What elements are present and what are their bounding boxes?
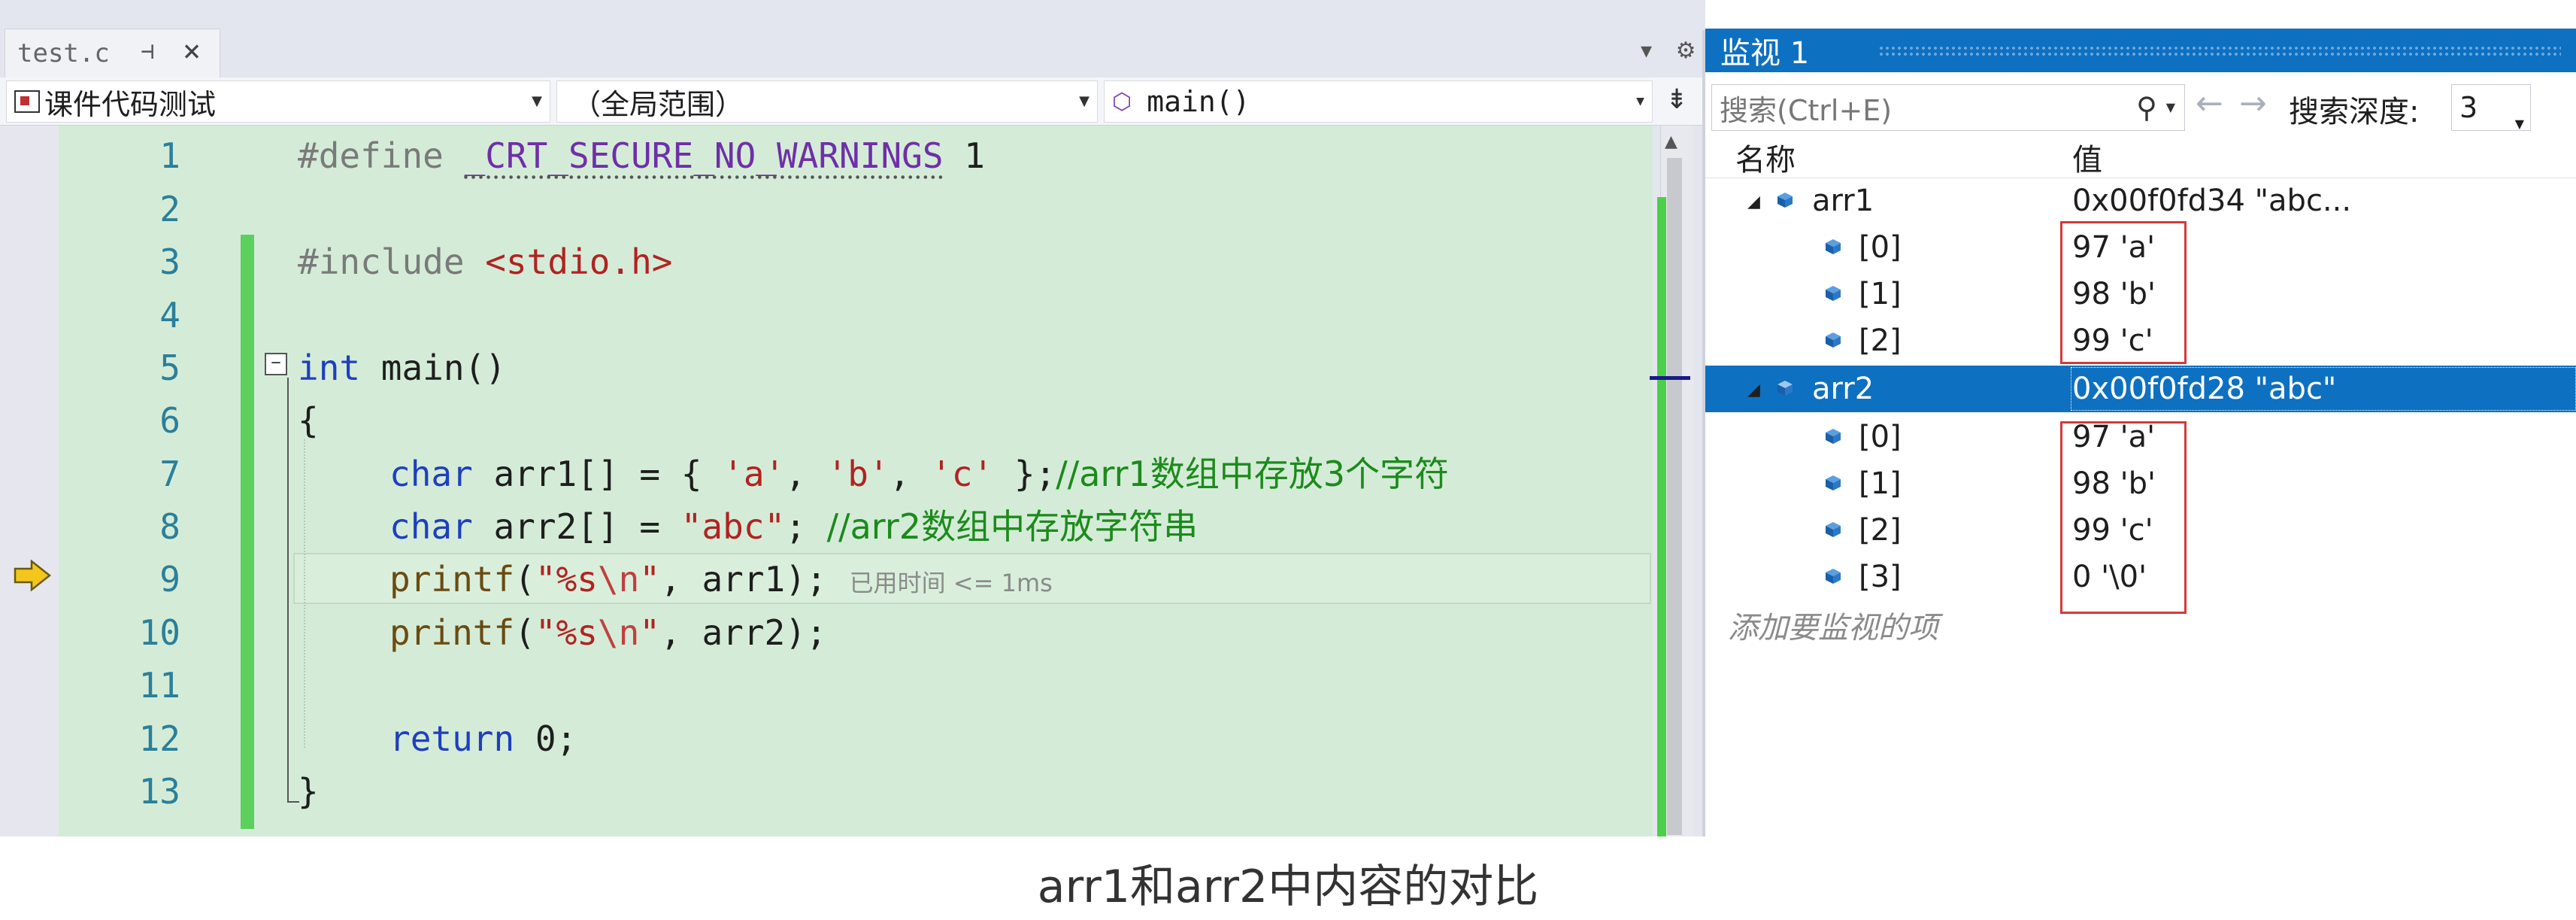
watch-row-value: 0x00f0fd34 "abc... (2072, 184, 2352, 218)
arr2-elements-highlight (2060, 421, 2187, 614)
scope-dropdown-value: （全局范围） (572, 87, 744, 121)
line-number: 10 (138, 612, 180, 653)
variable-icon (1826, 569, 1841, 584)
project-dropdown[interactable]: 课件代码测试 ▼ (6, 80, 550, 123)
search-next-icon[interactable]: → (2239, 84, 2267, 123)
indent-guide (304, 439, 305, 748)
chevron-down-icon[interactable]: ▼ (2166, 100, 2175, 114)
variable-icon (1826, 286, 1841, 301)
line-number: 8 (159, 506, 180, 547)
column-header-name[interactable]: 名称 (1735, 135, 1796, 179)
watch-title-bar: 监视 1 (1705, 29, 2576, 72)
scrollbar-caret-marker (1650, 376, 1690, 380)
chevron-down-icon: ▼ (532, 93, 542, 109)
project-dropdown-value: 课件代码测试 (44, 87, 217, 121)
watch-row-name: arr2 (1812, 372, 1874, 406)
split-editor-button[interactable]: ⇟ (1659, 84, 1695, 120)
elapsed-time-hint: 已用时间 <= 1ms (849, 569, 1053, 597)
watch-row-name: [0] (1859, 230, 1902, 265)
line-number: 4 (159, 295, 180, 336)
variable-icon (1777, 381, 1793, 396)
project-icon (14, 90, 40, 113)
line-number: 5 (159, 348, 180, 388)
code-line-1: #define _CRT_SECURE_NO_WARNINGS 1 (298, 135, 985, 176)
code-line-6: { (298, 400, 319, 441)
code-line-10: printf("%s\n", arr2); (389, 612, 827, 653)
watch-row[interactable]: ◢ arr1 0x00f0fd34 "abc... (1705, 178, 2576, 224)
line-number: 3 (159, 241, 180, 282)
watch-row-selected[interactable]: ◢ arr2 0x00f0fd28 "abc" (1705, 366, 2576, 412)
variable-icon (1826, 475, 1841, 490)
function-dropdown[interactable]: ⬡ main() ▼ (1104, 80, 1653, 123)
variable-icon (1777, 193, 1793, 208)
watch-row-name: [2] (1859, 323, 1902, 358)
editor-tab[interactable]: test.c ⊣ × (5, 29, 220, 77)
line-number: 7 (159, 454, 180, 494)
fold-guide (287, 378, 289, 803)
search-depth-label: 搜索深度: (2289, 95, 2420, 129)
column-header-value[interactable]: 值 (2072, 135, 2102, 179)
code-line-12: return 0; (389, 718, 577, 759)
search-depth-select[interactable]: 3 ▼ (2451, 84, 2531, 131)
watch-row-name: arr1 (1812, 184, 1874, 218)
gear-icon[interactable]: ⚙ (1676, 38, 1696, 64)
scrollbar-change-marker (1657, 197, 1666, 837)
editor-tab-tools: ▾ ⚙ (1624, 38, 1696, 64)
pin-icon[interactable]: ⊣ (141, 38, 154, 65)
code-line-13: } (298, 771, 319, 812)
scope-dropdown[interactable]: （全局范围） ▼ (556, 80, 1098, 123)
watermark: 豆包AI生成 (2224, 803, 2481, 858)
variable-icon (1826, 332, 1841, 348)
chevron-down-icon: ▼ (1079, 93, 1089, 109)
line-number: 6 (159, 400, 180, 441)
watch-search-input[interactable]: 搜索(Ctrl+E) ⚲ ▼ (1711, 84, 2185, 131)
code-line-5: int main() (298, 348, 506, 388)
code-line-8: char arr2[] = "abc"; //arr2数组中存放字符串 (389, 506, 1199, 547)
chevron-down-icon: ▼ (2514, 117, 2524, 131)
scrollbar-thumb[interactable] (1667, 158, 1682, 835)
variable-icon (1826, 239, 1841, 254)
search-previous-icon[interactable]: ← (2196, 84, 2223, 123)
tab-list-icon[interactable]: ▾ (1641, 38, 1652, 64)
watch-row-name: [2] (1859, 513, 1902, 548)
line-number: 12 (138, 718, 180, 759)
collapse-toggle-icon[interactable]: − (265, 353, 287, 375)
close-icon[interactable]: × (183, 34, 201, 68)
code-line-3: #include <stdio.h> (298, 241, 673, 282)
function-dropdown-value: main() (1147, 85, 1250, 118)
search-placeholder: 搜索(Ctrl+E) (1720, 93, 1893, 127)
change-tracking-bar (241, 235, 254, 829)
code-line-7: char arr1[] = { 'a', 'b', 'c' };//arr1数组… (389, 454, 1450, 494)
search-icon[interactable]: ⚲ (2136, 91, 2157, 124)
expanded-triangle-icon[interactable]: ◢ (1747, 381, 1760, 399)
watch-row-name: [3] (1859, 560, 1902, 594)
arr1-elements-highlight (2060, 221, 2187, 364)
scroll-up-arrow-icon[interactable]: ▲ (1665, 132, 1677, 151)
chevron-down-icon: ▼ (1636, 93, 1644, 109)
function-icon: ⬡ (1112, 88, 1132, 115)
line-number: 11 (138, 665, 180, 706)
variable-icon (1826, 522, 1841, 537)
watch-row-name: [1] (1859, 466, 1902, 501)
variable-icon (1826, 429, 1841, 444)
expanded-triangle-icon[interactable]: ◢ (1747, 193, 1760, 211)
execution-pointer-icon (14, 560, 51, 591)
line-number: 2 (159, 189, 180, 229)
editor-gutter (0, 126, 59, 837)
code-line-9: printf("%s\n", arr1); 已用时间 <= 1ms (389, 559, 1053, 600)
watch-title: 监视 1 (1720, 36, 1810, 71)
figure-caption: arr1和arr2中内容的对比 (1037, 861, 1539, 913)
search-depth-value: 3 (2459, 91, 2478, 124)
watch-row-name: [1] (1859, 277, 1902, 311)
watch-row-value: 0x00f0fd28 "abc" (2072, 372, 2337, 406)
watch-row-name: [0] (1859, 420, 1902, 454)
tab-title: test.c (17, 38, 110, 68)
line-number: 13 (138, 771, 180, 812)
line-number: 1 (159, 135, 180, 176)
line-number: 9 (159, 559, 180, 600)
add-watch-item[interactable]: 添加要监视的项 (1728, 603, 1938, 647)
